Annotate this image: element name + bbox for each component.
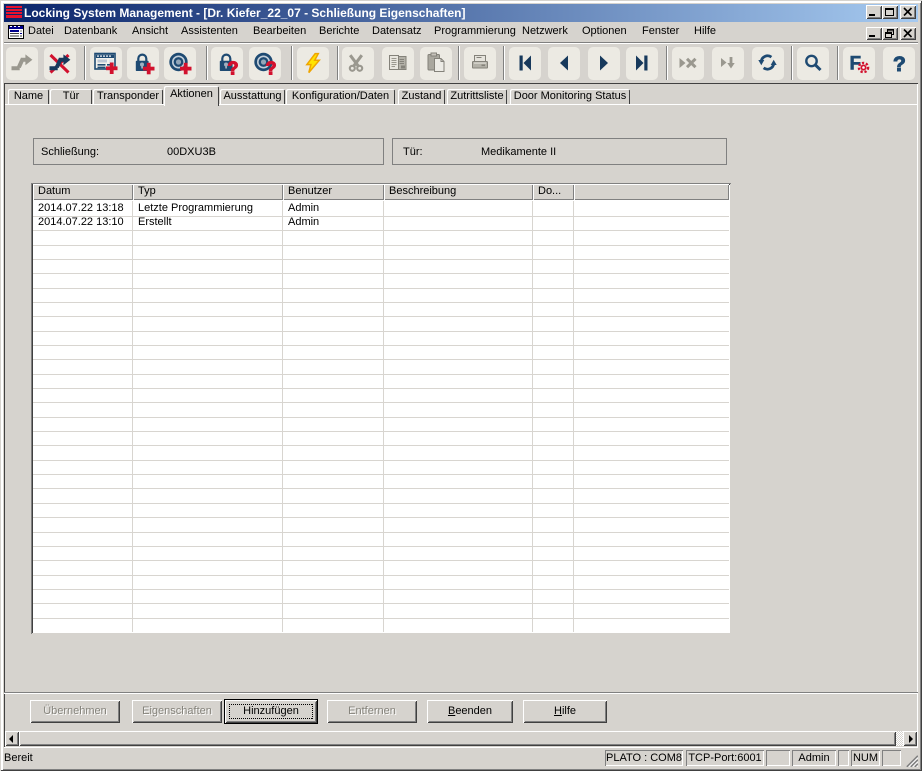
svg-text:?: ? — [266, 59, 277, 76]
svg-text:?: ? — [893, 53, 906, 75]
svg-text:?: ? — [228, 59, 239, 76]
